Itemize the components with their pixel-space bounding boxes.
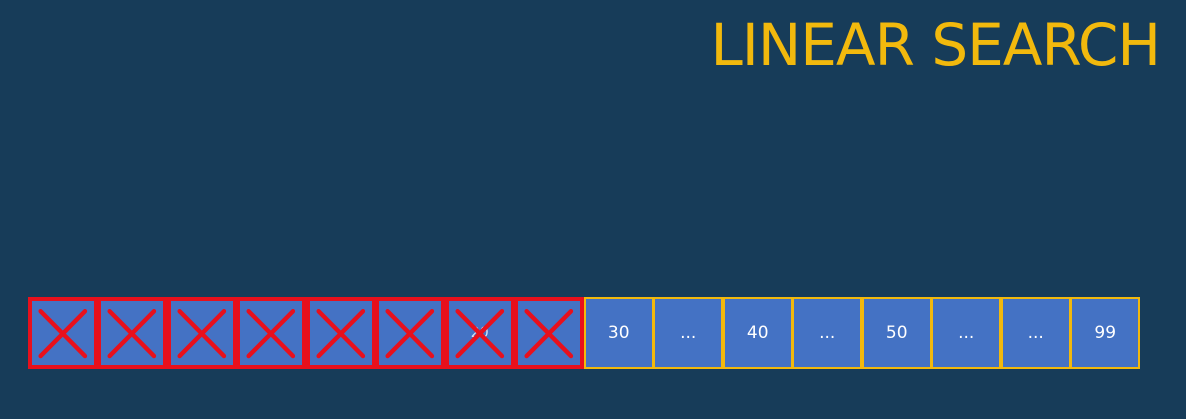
array-row: 20 30... 40... 50...... 99 xyxy=(27,297,1140,369)
cross-mark-icon xyxy=(246,309,296,359)
cross-mark-icon xyxy=(524,309,574,359)
cross-mark-icon xyxy=(177,309,227,359)
array-cell-checked xyxy=(375,297,445,369)
cross-mark-icon xyxy=(316,309,366,359)
array-cell: ... xyxy=(653,297,723,369)
array-cell-checked xyxy=(97,297,167,369)
array-cell: 99 xyxy=(1070,297,1140,369)
array-cell: ... xyxy=(931,297,1001,369)
array-cell: ... xyxy=(792,297,862,369)
slide: LINEAR SEARCH 20 30... 40... 50...... 99 xyxy=(0,0,1186,419)
array-cell-checked xyxy=(305,297,376,369)
array-cell-checked: 20 xyxy=(444,297,515,369)
cross-mark-icon xyxy=(107,309,157,359)
array-cell: 30 xyxy=(583,297,654,369)
cross-mark-icon xyxy=(385,309,435,359)
cell-value: 30 xyxy=(607,323,630,343)
cross-mark-icon xyxy=(38,309,88,359)
array-cell-checked xyxy=(166,297,237,369)
cell-value: ... xyxy=(958,323,975,343)
cell-value: 40 xyxy=(746,323,769,343)
array-cell-checked xyxy=(236,297,306,369)
array-cell: ... xyxy=(1000,297,1071,369)
cell-value: ... xyxy=(819,323,836,343)
cross-mark-icon xyxy=(455,309,505,359)
array-cell-checked xyxy=(27,297,98,369)
array-cell: 50 xyxy=(861,297,932,369)
cell-value: 50 xyxy=(885,323,908,343)
cell-value: 99 xyxy=(1094,323,1117,343)
array-cell-checked xyxy=(514,297,584,369)
cell-value: ... xyxy=(680,323,697,343)
cell-value: ... xyxy=(1027,323,1044,343)
array-cell: 40 xyxy=(722,297,793,369)
slide-title: LINEAR SEARCH xyxy=(710,11,1161,79)
